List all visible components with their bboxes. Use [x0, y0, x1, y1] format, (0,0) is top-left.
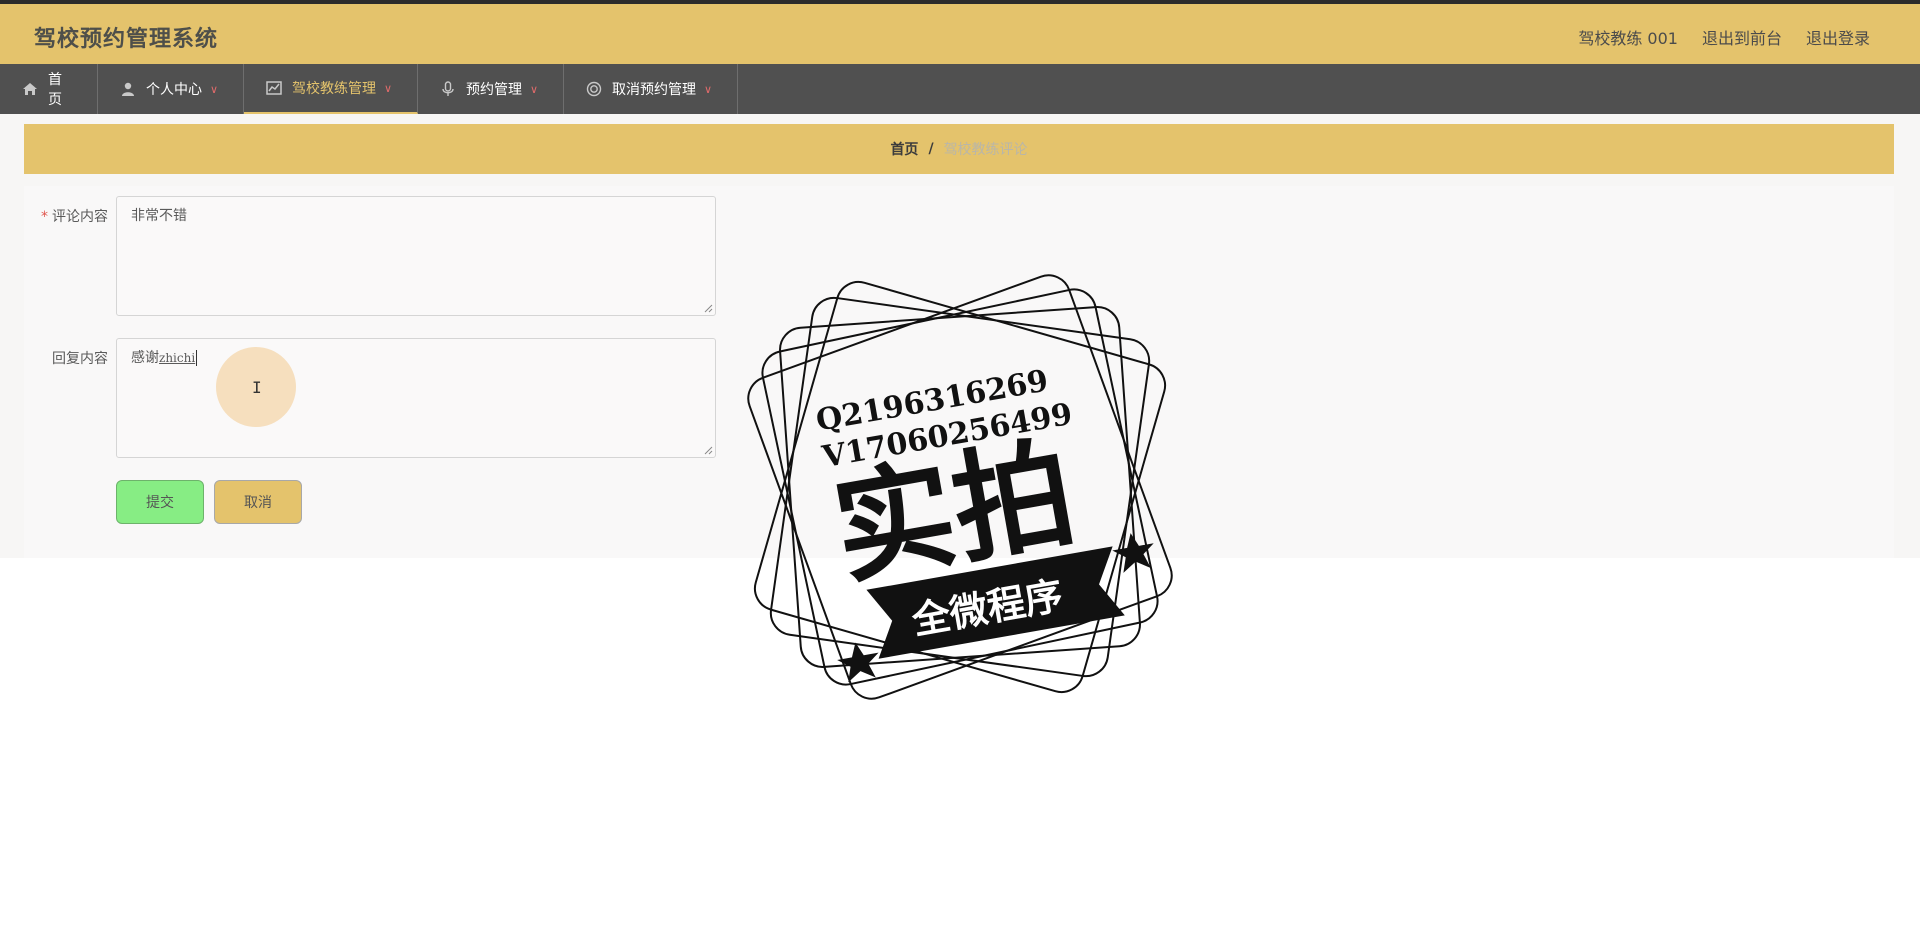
breadcrumb-separator: / [928, 141, 934, 157]
home-icon [22, 81, 38, 97]
app-title: 驾校预约管理系统 [34, 27, 219, 52]
header-actions: 驾校教练 001 退出到前台 退出登录 [1578, 25, 1870, 49]
watermark-stamp: Q2196316269 V17060256499 实拍 全微程序 [747, 274, 1173, 700]
app-header: 驾校预约管理系统 驾校教练 001 退出到前台 退出登录 [0, 4, 1920, 64]
text-caret [196, 350, 198, 366]
comment-textarea[interactable]: 非常不错 [116, 196, 716, 316]
breadcrumb: 首页 / 驾校教练评论 [24, 124, 1894, 174]
reply-value: 感谢 [131, 350, 159, 366]
circle-icon [586, 81, 602, 97]
reply-textarea[interactable]: 感谢zhichi [116, 338, 716, 458]
chevron-down-icon: ∨ [384, 81, 393, 95]
required-mark: * [41, 209, 48, 225]
user-icon [120, 81, 136, 97]
current-user: 驾校教练 001 [1578, 29, 1678, 48]
breadcrumb-current: 驾校教练评论 [943, 142, 1028, 158]
nav-item-coach-management[interactable]: 驾校教练管理 ∨ [244, 64, 418, 114]
text-cursor-icon: I [252, 378, 262, 397]
nav-item-home[interactable]: 首页 [0, 64, 98, 114]
cancel-button[interactable]: 取消 [214, 480, 302, 524]
nav-item-label: 驾校教练管理 [292, 81, 376, 97]
breadcrumb-home[interactable]: 首页 [890, 139, 918, 159]
comment-label: * 评论内容 [41, 209, 108, 225]
mic-icon [440, 81, 456, 97]
nav-item-label: 个人中心 [146, 82, 202, 98]
logout-link[interactable]: 退出登录 [1806, 25, 1870, 49]
reply-label: 回复内容 [52, 351, 108, 367]
nav-item-personal-center[interactable]: 个人中心 ∨ [98, 64, 244, 114]
back-to-front-link[interactable]: 退出到前台 [1702, 25, 1782, 49]
chevron-down-icon: ∨ [704, 82, 713, 96]
nav-item-cancel-booking-management[interactable]: 取消预约管理 ∨ [564, 64, 738, 114]
chart-icon [266, 80, 282, 96]
nav-item-label: 预约管理 [466, 82, 522, 98]
submit-button[interactable]: 提交 [116, 480, 204, 524]
ime-composition: zhichi [159, 351, 196, 365]
comment-value: 非常不错 [131, 208, 187, 224]
nav-item-label: 取消预约管理 [612, 82, 696, 98]
nav-item-booking-management[interactable]: 预约管理 ∨ [418, 64, 564, 114]
main-nav: 首页 个人中心 ∨ 驾校教练管理 ∨ 预约管理 ∨ 取消预约管理 ∨ [0, 64, 1920, 114]
chevron-down-icon: ∨ [210, 82, 219, 96]
chevron-down-icon: ∨ [530, 82, 539, 96]
nav-item-label: 首页 [48, 72, 62, 108]
resize-handle-icon[interactable] [703, 445, 713, 455]
resize-handle-icon[interactable] [703, 303, 713, 313]
